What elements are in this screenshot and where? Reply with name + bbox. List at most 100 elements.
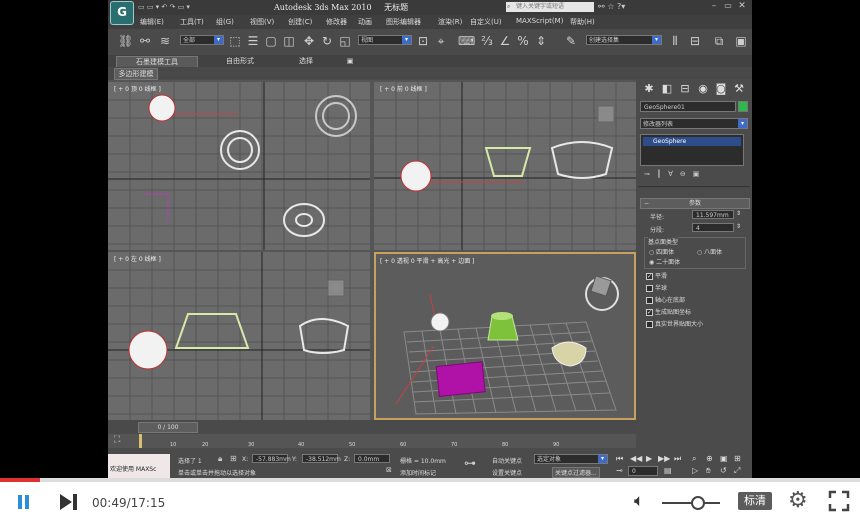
check-real-world-map[interactable]: 真实世界贴图大小 xyxy=(646,319,703,328)
menu-item[interactable]: 图形编辑器 xyxy=(386,17,421,27)
fov-icon[interactable]: ▷ xyxy=(692,466,698,475)
menu-item[interactable]: 渲染(R) xyxy=(438,17,462,27)
prev-frame-icon[interactable]: ◀◀ xyxy=(630,454,642,463)
menu-item[interactable]: 编辑(E) xyxy=(140,17,164,27)
segments-spinner[interactable]: ⇕ xyxy=(736,223,741,230)
track-bar[interactable]: ⛶ 10 20 30 40 50 60 70 80 90 xyxy=(108,434,636,448)
radio-icosa[interactable]: ◉ 二十面体 xyxy=(649,257,680,266)
viewport-front[interactable] xyxy=(374,82,636,250)
percent-snap-icon[interactable]: % xyxy=(516,34,530,48)
unlink-icon[interactable]: ⚯ xyxy=(138,34,152,48)
fullscreen-icon[interactable] xyxy=(828,490,850,512)
menu-item[interactable]: 帮助(H) xyxy=(570,17,595,27)
stack-tools[interactable]: ⊸┃∀⊖▣ xyxy=(644,170,744,180)
object-name-field[interactable]: GeoSphere01 xyxy=(640,101,736,112)
minimize-button[interactable]: – xyxy=(708,1,720,13)
motion-tab-icon[interactable]: ◉ xyxy=(696,82,710,95)
key-filters-button[interactable]: 关键点过滤器... xyxy=(552,467,600,478)
tab-object-paint[interactable]: ▣ xyxy=(338,56,362,66)
time-slider[interactable]: 0 / 100 xyxy=(138,422,198,433)
create-tab-icon[interactable]: ✱ xyxy=(642,82,656,95)
display-tab-icon[interactable]: ◙ xyxy=(714,82,728,95)
maximize-viewport-icon[interactable]: ⤢ xyxy=(734,466,740,476)
tab-freeform[interactable]: 自由形式 xyxy=(208,56,272,66)
move-icon[interactable]: ✥ xyxy=(302,34,316,48)
window-crossing-icon[interactable]: ◫ xyxy=(282,34,296,48)
menu-item[interactable]: 动画 xyxy=(358,17,372,27)
close-button[interactable]: ✕ xyxy=(736,1,748,13)
mirror-icon[interactable]: ⫴ xyxy=(668,34,682,48)
auto-key-label[interactable]: 自动关键点 xyxy=(492,456,522,465)
play-icon[interactable]: ▶ xyxy=(646,454,652,463)
menu-item[interactable]: 创建(C) xyxy=(288,17,312,27)
modifier-list-dropdown[interactable]: 修改器列表 ▾ xyxy=(640,118,748,129)
snap-toggle-icon[interactable]: ⅔ xyxy=(480,34,494,48)
check-base-pivot[interactable]: 轴心在底部 xyxy=(646,295,685,304)
angle-snap-icon[interactable]: ∠ xyxy=(498,34,512,48)
rectangular-selection-icon[interactable]: ▢ xyxy=(264,34,278,48)
bind-spacewarp-icon[interactable]: ≋ xyxy=(158,34,172,48)
viewport-left-label[interactable]: [ + 0 左 0 线框 ] xyxy=(114,254,161,263)
mini-curve-icon[interactable]: ⛶ xyxy=(114,435,120,445)
tab-selection[interactable]: 选择 xyxy=(284,56,328,66)
viewport-perspective[interactable] xyxy=(374,252,636,420)
lock-selection-icon[interactable]: 🔒︎ xyxy=(218,454,222,464)
edit-named-selection-icon[interactable]: ✎ xyxy=(564,34,578,48)
viewport-top-label[interactable]: [ + 0 顶 0 线框 ] xyxy=(114,84,161,93)
rotate-icon[interactable]: ↻ xyxy=(320,34,334,48)
viewport-front-label[interactable]: [ + 0 前 0 线框 ] xyxy=(380,84,427,93)
zoom-icon[interactable]: ⌕ xyxy=(692,454,696,464)
help-toolbar-icons[interactable]: ⚯ ☆ ?▾ xyxy=(598,2,625,11)
pivot-center-icon[interactable]: ⊡ xyxy=(416,34,430,48)
app-logo-icon[interactable]: G xyxy=(110,1,134,25)
graphite-toggle-icon[interactable]: ▣ xyxy=(734,34,748,48)
pause-icon[interactable] xyxy=(16,494,32,510)
next-frame-icon[interactable]: ▶▶ xyxy=(658,454,670,463)
zoom-extents-all-icon[interactable]: ⊞ xyxy=(734,454,741,463)
scale-icon[interactable]: ◱ xyxy=(338,34,352,48)
link-icon[interactable]: ⛓ xyxy=(118,34,133,48)
menu-item[interactable]: 视图(V) xyxy=(250,17,274,27)
quality-button[interactable]: 标清 xyxy=(738,492,772,510)
utilities-tab-icon[interactable]: ⚒ xyxy=(732,82,746,95)
radius-field[interactable]: 11.597mm xyxy=(692,210,734,219)
selected-object-dropdown[interactable]: 选定对象 ▾ xyxy=(534,454,608,464)
modify-tab-icon[interactable]: ◧ xyxy=(660,82,674,95)
menu-item[interactable]: 组(G) xyxy=(216,17,234,27)
subtab-polygon-modeling[interactable]: 多边形建模 xyxy=(114,68,158,80)
z-coordinate-field[interactable]: 0.0mm xyxy=(354,454,390,463)
volume-icon[interactable]: 🔈︎ xyxy=(634,492,644,510)
search-box[interactable]: ⌕ 键入关键字或短语 xyxy=(506,2,594,12)
progress-bar[interactable] xyxy=(0,478,860,482)
goto-start-icon[interactable]: ⏮ xyxy=(616,454,623,464)
rollout-header[interactable]: − 参数 xyxy=(640,198,750,209)
goto-end-icon[interactable]: ⏭ xyxy=(674,454,681,464)
key-mode-icon[interactable]: ⊸ xyxy=(616,466,623,475)
radio-tetra[interactable]: ○ 四面体 xyxy=(649,247,674,256)
add-time-tag[interactable]: 添加时间标记 xyxy=(400,468,436,477)
absolute-mode-icon[interactable]: ⊞ xyxy=(230,454,237,463)
radius-spinner[interactable]: ⇕ xyxy=(736,210,741,217)
pan-icon[interactable]: ✋︎ xyxy=(706,466,711,476)
y-coordinate-field[interactable]: -38.512mm xyxy=(302,454,341,463)
select-by-name-icon[interactable]: ☰ xyxy=(246,34,260,48)
add-time-tag-icon[interactable]: ⊠ xyxy=(386,466,392,474)
current-frame-field[interactable]: 0 xyxy=(628,466,658,476)
object-color-swatch[interactable] xyxy=(738,101,748,112)
zoom-all-icon[interactable]: ⊕ xyxy=(706,454,713,463)
segments-field[interactable]: 4 xyxy=(692,223,734,232)
ref-coord-dropdown[interactable]: 视图 ▾ xyxy=(358,35,412,45)
next-icon[interactable] xyxy=(60,494,80,510)
spinner-snap-icon[interactable]: ⇕ xyxy=(534,34,548,48)
menu-item[interactable]: 工具(T) xyxy=(180,17,204,27)
set-key-icon[interactable]: ⊶ xyxy=(464,456,486,472)
keyboard-shortcut-icon[interactable]: ⌨ xyxy=(458,34,475,48)
named-selection-dropdown[interactable]: 创建选择集 ▾ xyxy=(586,35,662,45)
select-manipulate-icon[interactable]: ⌖ xyxy=(434,34,448,48)
maximize-button[interactable]: ▭ xyxy=(722,1,734,13)
menu-item[interactable]: 修改器 xyxy=(326,17,347,27)
set-key-label[interactable]: 设置关键点 xyxy=(492,468,522,477)
volume-knob[interactable] xyxy=(691,496,705,510)
check-hemisphere[interactable]: 半球 xyxy=(646,283,667,292)
viewport-left[interactable] xyxy=(108,252,370,420)
